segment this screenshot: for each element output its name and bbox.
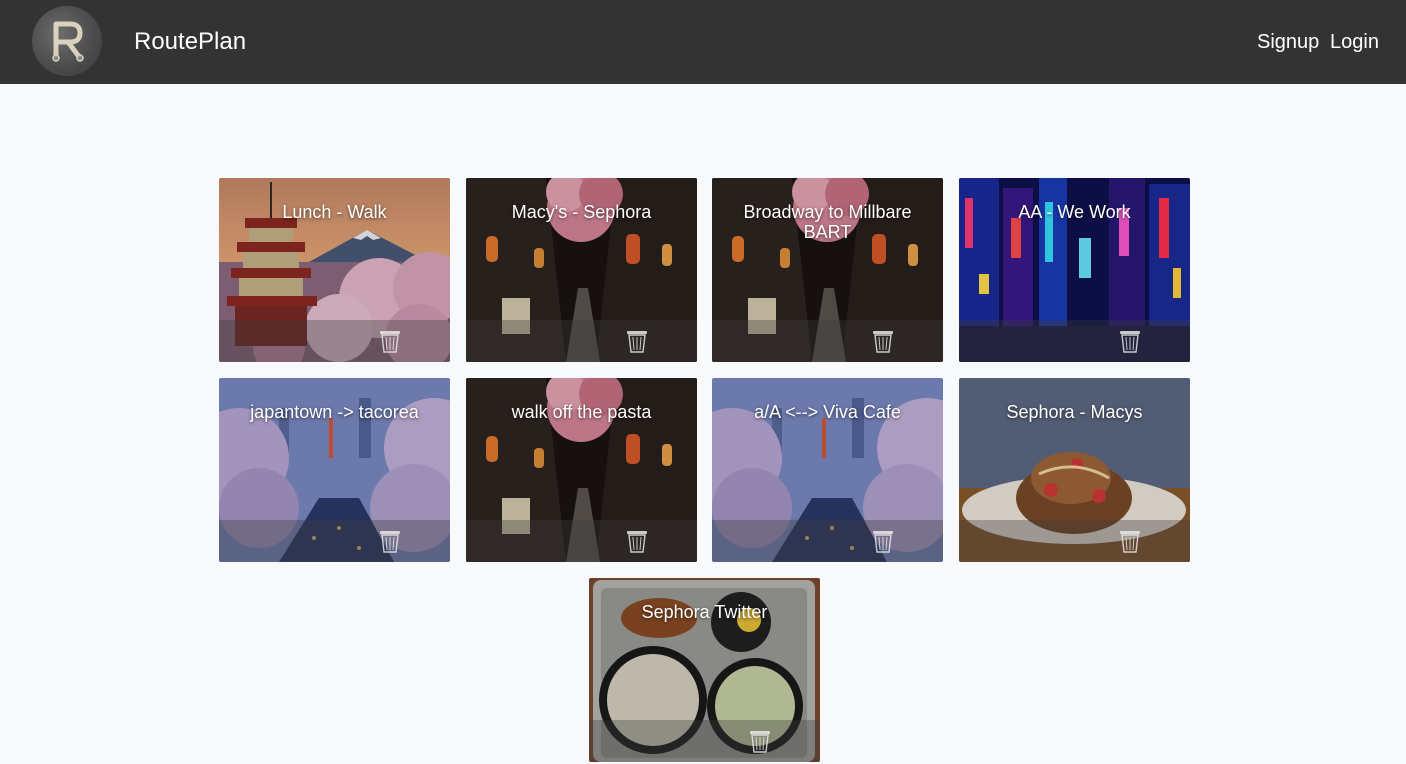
trash-icon[interactable] (1118, 328, 1142, 354)
route-title: AA - We Work (1018, 202, 1131, 222)
route-title: Sephora Twitter (641, 602, 768, 622)
route-card[interactable]: Sephora Twitter (589, 578, 820, 762)
trash-icon[interactable] (871, 528, 895, 554)
route-title: a/A <--> Viva Cafe (754, 402, 901, 422)
trash-icon[interactable] (748, 728, 772, 754)
route-title: Broadway to Millbare BART (743, 202, 912, 242)
login-link[interactable]: Login (1330, 29, 1379, 55)
trash-icon[interactable] (378, 328, 402, 354)
trash-icon[interactable] (625, 328, 649, 354)
route-card[interactable]: Lunch - Walk (219, 178, 450, 362)
brand-title[interactable]: RoutePlan (134, 27, 246, 57)
trash-icon[interactable] (1118, 528, 1142, 554)
trash-icon[interactable] (871, 328, 895, 354)
route-title: walk off the pasta (511, 402, 652, 422)
route-card[interactable]: Sephora - Macys (959, 378, 1190, 562)
navbar: RoutePlan Signup Login (0, 0, 1406, 84)
route-card[interactable]: japantown -> tacorea (219, 378, 450, 562)
route-title: japantown -> tacorea (250, 402, 419, 422)
trash-icon[interactable] (378, 528, 402, 554)
signup-link[interactable]: Signup (1257, 29, 1319, 55)
route-card[interactable]: a/A <--> Viva Cafe (712, 378, 943, 562)
route-title: Lunch - Walk (282, 202, 387, 222)
route-card[interactable]: Broadway to Millbare BART (712, 178, 943, 362)
route-card[interactable]: AA - We Work (959, 178, 1190, 362)
route-title: Sephora - Macys (1006, 402, 1143, 422)
routeplan-logo-icon[interactable] (32, 6, 102, 76)
route-title: Macy's - Sephora (511, 202, 652, 222)
route-card[interactable]: Macy's - Sephora (466, 178, 697, 362)
route-card[interactable]: walk off the pasta (466, 378, 697, 562)
trash-icon[interactable] (625, 528, 649, 554)
